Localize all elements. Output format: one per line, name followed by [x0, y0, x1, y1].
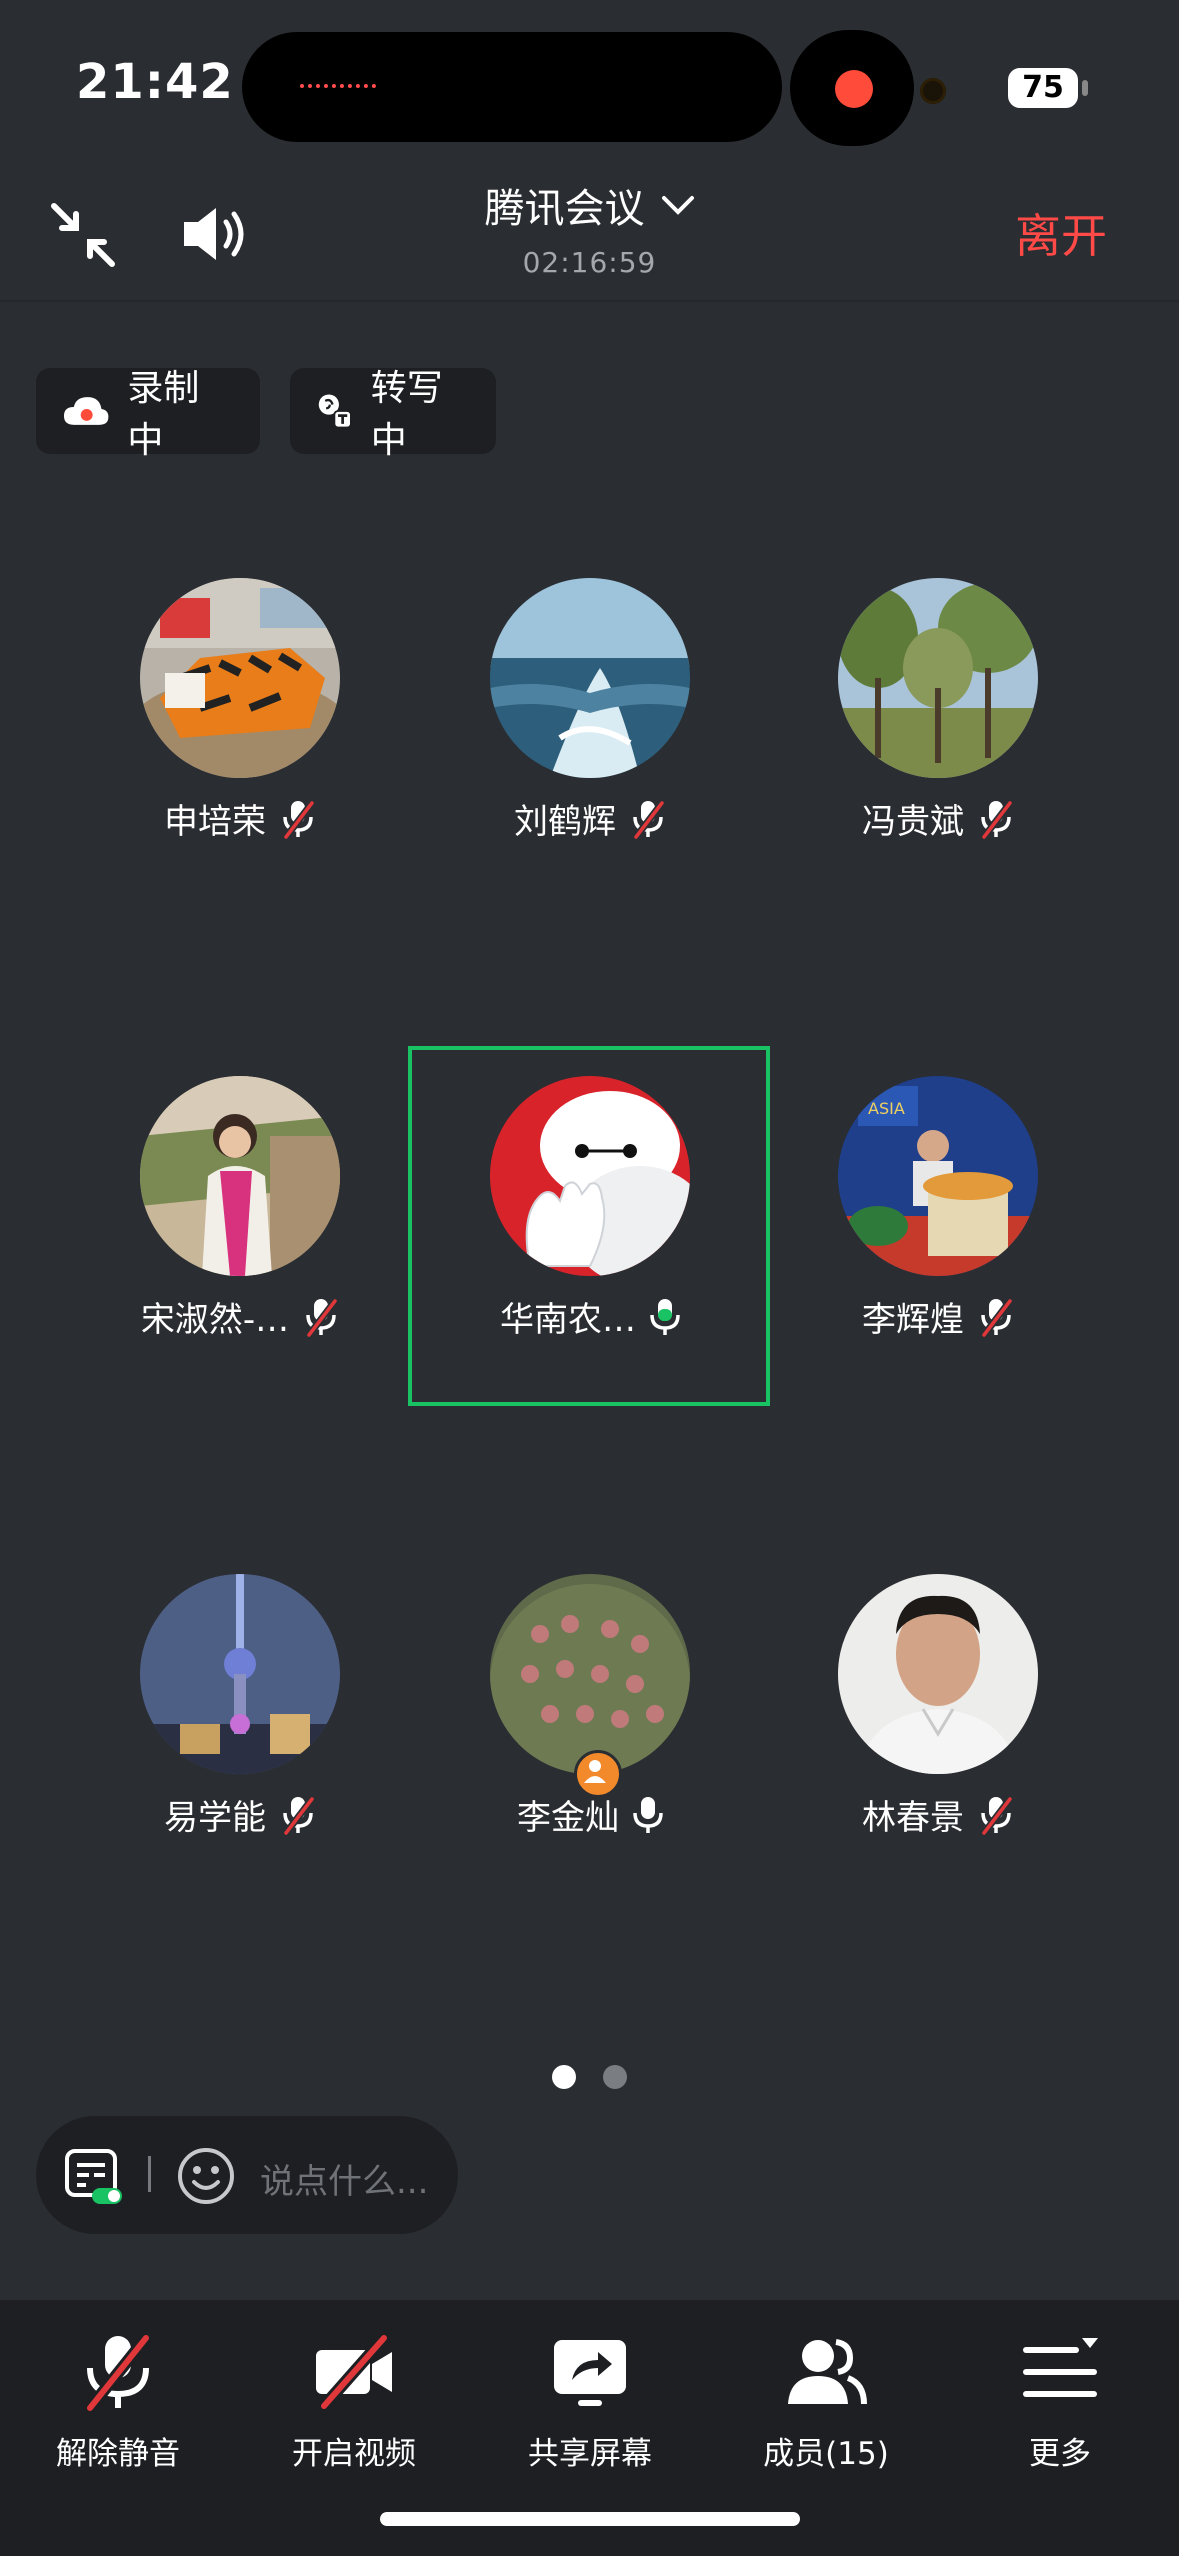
participant-tile[interactable]: 申培荣 [70, 566, 410, 906]
unmute-label: 解除静音 [56, 2436, 180, 2472]
avatar [838, 1574, 1038, 1774]
participant-name: 宋淑然-… [140, 1300, 290, 1340]
participant-name: 李辉煌 [862, 1300, 964, 1340]
chat-separator [148, 2156, 151, 2192]
status-bar: 21:42 75 [0, 0, 1179, 170]
unmute-button[interactable]: 解除静音 [18, 2330, 218, 2473]
avatar [490, 578, 690, 778]
home-indicator[interactable] [380, 2512, 800, 2526]
avatar [140, 1076, 340, 1276]
members-label: 成员(15) [763, 2436, 889, 2472]
start-video-button[interactable]: 开启视频 [254, 2330, 454, 2473]
mic-muted-icon [981, 1796, 1013, 1835]
participant-tile[interactable]: 李金灿 [420, 1562, 760, 1902]
camera-dot [920, 78, 946, 104]
start-video-label: 开启视频 [292, 2436, 416, 2472]
participant-tile[interactable]: 易学能 [70, 1562, 410, 1902]
meeting-title-row[interactable]: 腾讯会议 [0, 176, 1179, 234]
share-screen-button[interactable]: 共享屏幕 [490, 2330, 690, 2473]
participant-name: 林春景 [862, 1798, 964, 1838]
svg-text:ASIA: ASIA [868, 1099, 905, 1118]
meeting-duration: 02:16:59 [522, 246, 657, 279]
recording-chip[interactable]: 录制中 [36, 368, 260, 461]
transcribing-label: 转写中 [370, 368, 443, 461]
caption-toggle-icon[interactable] [64, 2148, 124, 2206]
more-menu-icon [1023, 2338, 1098, 2397]
cloud-record-icon [63, 397, 109, 425]
transcribe-icon [318, 394, 352, 429]
mic-muted-icon [981, 800, 1013, 839]
mic-muted-icon [981, 1298, 1013, 1337]
battery-level: 75 [1008, 68, 1078, 108]
header-divider [0, 300, 1179, 302]
page-dot[interactable] [603, 2065, 627, 2089]
emoji-icon[interactable] [176, 2146, 236, 2206]
leave-button[interactable]: 离开 [1015, 200, 1107, 266]
status-time: 21:42 [76, 54, 234, 110]
share-screen-icon [554, 2340, 626, 2406]
avatar [490, 1076, 690, 1276]
chevron-down-icon [661, 196, 694, 215]
audio-wave-indicator [300, 84, 376, 88]
participant-tile[interactable]: 宋淑然-… [70, 1064, 410, 1404]
page-dot-active[interactable] [552, 2065, 576, 2089]
share-screen-label: 共享屏幕 [528, 2436, 652, 2472]
video-off-icon [316, 2334, 392, 2410]
mic-muted-icon [633, 800, 665, 839]
meeting-header: 腾讯会议 02:16:59 离开 [0, 170, 1179, 300]
mic-muted-icon [306, 1298, 338, 1337]
participant-name: 冯贵斌 [862, 802, 964, 842]
participant-name: 申培荣 [164, 802, 266, 842]
participant-tile[interactable]: 冯贵斌 [768, 566, 1108, 906]
participant-name: 易学能 [164, 1798, 266, 1838]
members-icon [788, 2339, 867, 2405]
avatar [490, 1574, 690, 1774]
participant-tile[interactable]: 刘鹤辉 [420, 566, 760, 906]
meeting-title: 腾讯会议 [484, 186, 645, 232]
participant-tile[interactable]: ASIA 李辉煌 [768, 1064, 1108, 1404]
participant-name: 华南农… [500, 1300, 636, 1340]
recording-label: 录制中 [127, 368, 200, 461]
battery-tip [1082, 80, 1088, 96]
more-button[interactable]: 更多 [960, 2330, 1160, 2473]
chat-bar[interactable]: 说点什么... [36, 2116, 458, 2234]
chat-input[interactable]: 说点什么... [260, 2154, 428, 2203]
participant-tile-active[interactable]: 华南农… [420, 1064, 760, 1404]
participant-name: 刘鹤辉 [514, 802, 616, 842]
mic-on-icon [633, 1796, 663, 1833]
members-button[interactable]: 成员(15) [726, 2330, 926, 2473]
participant-tile[interactable]: 林春景 [768, 1562, 1108, 1902]
participant-name: 李金灿 [517, 1798, 619, 1838]
mic-speaking-icon [650, 1298, 680, 1335]
transcribing-chip[interactable]: 转写中 [290, 368, 496, 461]
avatar [140, 1574, 340, 1774]
more-label: 更多 [1029, 2436, 1091, 2472]
mic-muted-icon [85, 2334, 151, 2412]
mic-muted-icon [283, 1796, 315, 1835]
avatar: ASIA [838, 1076, 1038, 1276]
recording-dot-icon [835, 70, 873, 108]
mic-muted-icon [283, 800, 315, 839]
avatar [140, 578, 340, 778]
avatar [838, 578, 1038, 778]
